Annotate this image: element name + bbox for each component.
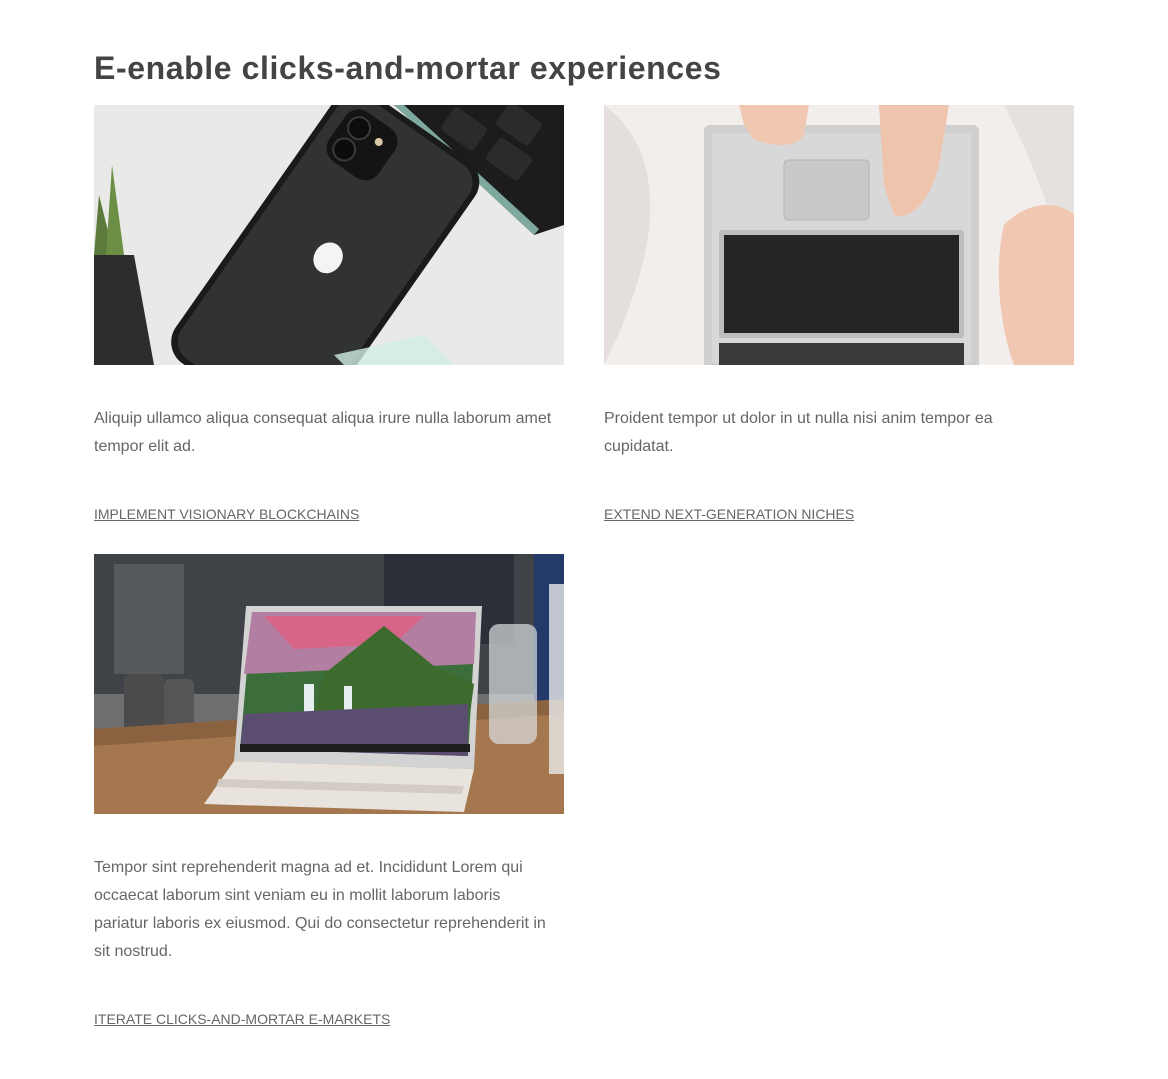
laptop-waterfall-wallpaper-photo [94, 554, 564, 814]
feature-card: Aliquip ullamco aliqua consequat aliqua … [94, 105, 564, 524]
page: E-enable clicks-and-mortar experiences A… [0, 0, 1168, 1079]
card-description: Aliquip ullamco aliqua consequat aliqua … [94, 410, 552, 455]
card-link[interactable]: ITERATE CLICKS-AND-MORTAR E-MARKETS [94, 1010, 390, 1028]
card-link[interactable]: EXTEND NEXT-GENERATION NICHES [604, 505, 854, 523]
feature-card: Proident tempor ut dolor in ut nulla nis… [604, 105, 1074, 524]
hands-on-laptop-photo [604, 105, 1074, 365]
card-link[interactable]: IMPLEMENT VISIONARY BLOCKCHAINS [94, 505, 359, 523]
card-description: Tempor sint reprehenderit magna ad et. I… [94, 859, 546, 960]
feature-card: Tempor sint reprehenderit magna ad et. I… [94, 554, 564, 1029]
section-title: E-enable clicks-and-mortar experiences [94, 50, 722, 86]
iphone-and-keyboard-photo [94, 105, 564, 365]
card-description: Proident tempor ut dolor in ut nulla nis… [604, 410, 993, 455]
